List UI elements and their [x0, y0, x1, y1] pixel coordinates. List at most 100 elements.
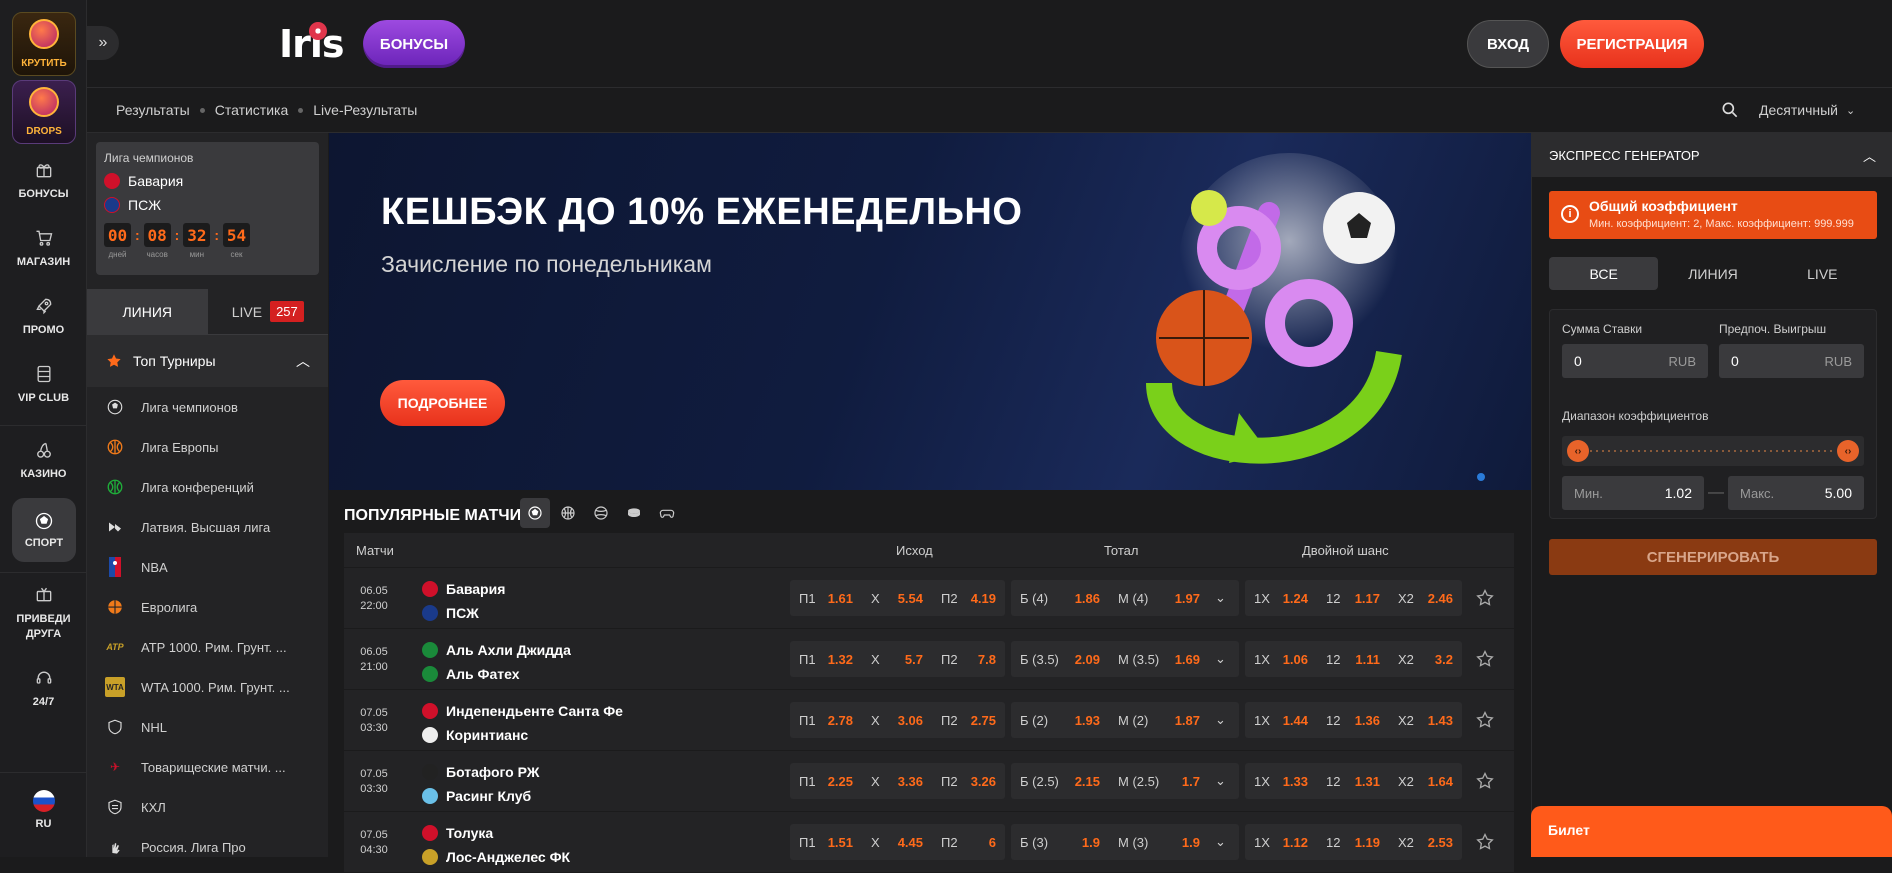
odd-p1[interactable]: П1 2.25	[790, 763, 862, 799]
tournament-item[interactable]: КХЛ	[87, 787, 328, 827]
chevron-down-icon[interactable]: ⌄	[1209, 834, 1232, 850]
nav-link-results[interactable]: Результаты	[116, 102, 190, 118]
stake-input[interactable]: 0 RUB	[1562, 344, 1708, 378]
favorite-star-icon[interactable]	[1475, 832, 1495, 852]
odd-under[interactable]: М (2) 1.87	[1109, 702, 1209, 738]
odd-12[interactable]: 12 1.11	[1317, 641, 1389, 677]
table-row[interactable]: 07.05 04:30 Толука Лос-Анджелес ФК П1 1.5…	[344, 811, 1514, 872]
odd-x2[interactable]: Х2 2.53	[1389, 824, 1462, 860]
language-switcher[interactable]: RU	[0, 790, 87, 830]
filter-soccer[interactable]	[520, 498, 550, 528]
min-coef-input[interactable]: Мин. 1.02	[1562, 476, 1704, 510]
match-teams[interactable]: Индепендьенте Санта Фе Коринтианс	[422, 699, 623, 747]
match-teams[interactable]: Ботафого РЖ Расинг Клуб	[422, 760, 539, 808]
chevron-down-icon[interactable]: ⌄	[1209, 773, 1232, 789]
tab-line[interactable]: ЛИНИЯ	[87, 289, 208, 334]
filter-esports[interactable]	[652, 498, 682, 528]
tab-live[interactable]: LIVE 257	[208, 289, 329, 334]
coef-range-slider[interactable]: ‹› ‹›	[1562, 436, 1864, 466]
odd-1x[interactable]: 1Х 1.44	[1245, 702, 1317, 738]
match-teams[interactable]: Толука Лос-Анджелес ФК	[422, 821, 570, 869]
odd-12[interactable]: 12 1.19	[1317, 824, 1389, 860]
odd-x[interactable]: Х 3.06	[862, 702, 932, 738]
odd-over[interactable]: Б (4) 1.86	[1011, 580, 1109, 616]
tournament-item[interactable]: Лига чемпионов	[87, 387, 328, 427]
odd-p1[interactable]: П1 1.32	[790, 641, 862, 677]
rail-item-invite-friend[interactable]: ПРИВЕДИ ДРУГА	[0, 584, 87, 642]
tournament-item[interactable]: NBA	[87, 547, 328, 587]
odd-p2[interactable]: П2 4.19	[932, 580, 1005, 616]
chevron-down-icon[interactable]: ⌄	[1209, 651, 1232, 667]
odd-under[interactable]: М (2.5) 1.7	[1109, 763, 1209, 799]
match-teams[interactable]: Аль Ахли Джидда Аль Фатех	[422, 638, 571, 686]
odd-x[interactable]: Х 5.7	[862, 641, 932, 677]
rail-item-casino[interactable]: КАЗИНО	[0, 440, 87, 480]
rail-item-vip[interactable]: VIP CLUB	[0, 364, 87, 404]
tab-live[interactable]: LIVE	[1768, 257, 1877, 290]
slider-max-handle[interactable]: ‹›	[1837, 440, 1859, 462]
filter-hockey[interactable]	[619, 498, 649, 528]
search-icon[interactable]	[1720, 100, 1740, 120]
tournament-item[interactable]: NHL	[87, 707, 328, 747]
favorite-star-icon[interactable]	[1475, 771, 1495, 791]
odd-over[interactable]: Б (2.5) 2.15	[1011, 763, 1109, 799]
tournament-item[interactable]: Евролига	[87, 587, 328, 627]
odd-under[interactable]: М (4) 1.97	[1109, 580, 1209, 616]
nav-link-statistics[interactable]: Статистика	[215, 102, 289, 118]
generate-button[interactable]: СГЕНЕРИРОВАТЬ	[1549, 539, 1877, 575]
rail-item-promo[interactable]: ПРОМО	[0, 296, 87, 336]
table-row[interactable]: 06.05 22:00 Бавария ПСЖ П1 1.61 Х 5.54 П2 4…	[344, 567, 1514, 628]
odd-over[interactable]: Б (2) 1.93	[1011, 702, 1109, 738]
express-generator-header[interactable]: ЭКСПРЕСС ГЕНЕРАТОР ︿	[1532, 133, 1892, 177]
table-row[interactable]: 06.05 21:00 Аль Ахли Джидда Аль Фатех П1…	[344, 628, 1514, 689]
login-button[interactable]: ВХОД	[1467, 20, 1549, 68]
odd-p2[interactable]: П2 2.75	[932, 702, 1005, 738]
tournament-item[interactable]: Россия. Лига Про	[87, 827, 328, 867]
odd-12[interactable]: 12 1.36	[1317, 702, 1389, 738]
odd-x[interactable]: Х 4.45	[862, 824, 932, 860]
odd-1x[interactable]: 1Х 1.24	[1245, 580, 1317, 616]
tab-line[interactable]: ЛИНИЯ	[1658, 257, 1767, 290]
odd-12[interactable]: 12 1.17	[1317, 580, 1389, 616]
odds-format-select[interactable]: Десятичный ⌄	[1759, 102, 1855, 118]
odd-over[interactable]: Б (3) 1.9	[1011, 824, 1109, 860]
odd-x2[interactable]: Х2 1.64	[1389, 763, 1462, 799]
tournament-item[interactable]: Латвия. Высшая лига	[87, 507, 328, 547]
rail-item-shop[interactable]: МАГАЗИН	[0, 228, 87, 268]
max-coef-input[interactable]: Макс. 5.00	[1728, 476, 1864, 510]
odd-p2[interactable]: П2 6	[932, 824, 1005, 860]
rail-item-sport[interactable]: СПОРТ	[12, 498, 76, 562]
odd-1x[interactable]: 1Х 1.06	[1245, 641, 1317, 677]
table-row[interactable]: 07.05 03:30 Ботафого РЖ Расинг Клуб П1 2.…	[344, 750, 1514, 811]
odd-x2[interactable]: Х2 3.2	[1389, 641, 1462, 677]
filter-basketball[interactable]	[553, 498, 583, 528]
odd-p1[interactable]: П1 2.78	[790, 702, 862, 738]
table-row[interactable]: 07.05 03:30 Индепендьенте Санта Фе Корин…	[344, 689, 1514, 750]
filter-tennis[interactable]	[586, 498, 616, 528]
odd-under[interactable]: М (3) 1.9	[1109, 824, 1209, 860]
drops-button[interactable]: DROPS	[12, 80, 76, 144]
odd-p2[interactable]: П2 3.26	[932, 763, 1005, 799]
chevron-down-icon[interactable]: ⌄	[1209, 590, 1232, 606]
spin-wheel-button[interactable]: КРУТИТЬ	[12, 12, 76, 76]
odd-over[interactable]: Б (3.5) 2.09	[1011, 641, 1109, 677]
bonuses-button[interactable]: БОНУСЫ	[363, 20, 465, 68]
chevron-down-icon[interactable]: ⌄	[1209, 712, 1232, 728]
slider-min-handle[interactable]: ‹›	[1567, 440, 1589, 462]
favorite-star-icon[interactable]	[1475, 649, 1495, 669]
banner-more-button[interactable]: ПОДРОБНЕЕ	[380, 380, 505, 426]
rail-item-bonuses[interactable]: БОНУСЫ	[0, 160, 87, 200]
tournament-item[interactable]: ✈ Товарищеские матчи. ...	[87, 747, 328, 787]
win-input[interactable]: 0 RUB	[1719, 344, 1864, 378]
tab-all[interactable]: ВСЕ	[1549, 257, 1659, 290]
odd-1x[interactable]: 1Х 1.12	[1245, 824, 1317, 860]
nav-link-live-results[interactable]: Live-Результаты	[313, 102, 417, 118]
expand-sidebar-button[interactable]: »	[87, 26, 119, 60]
odd-p2[interactable]: П2 7.8	[932, 641, 1005, 677]
rail-item-support[interactable]: 24/7	[0, 668, 87, 708]
odd-x2[interactable]: Х2 1.43	[1389, 702, 1462, 738]
tournament-item[interactable]: WTA WTA 1000. Рим. Грунт. ...	[87, 667, 328, 707]
tournament-item[interactable]: Лига конференций	[87, 467, 328, 507]
odd-12[interactable]: 12 1.31	[1317, 763, 1389, 799]
odd-x[interactable]: Х 3.36	[862, 763, 932, 799]
